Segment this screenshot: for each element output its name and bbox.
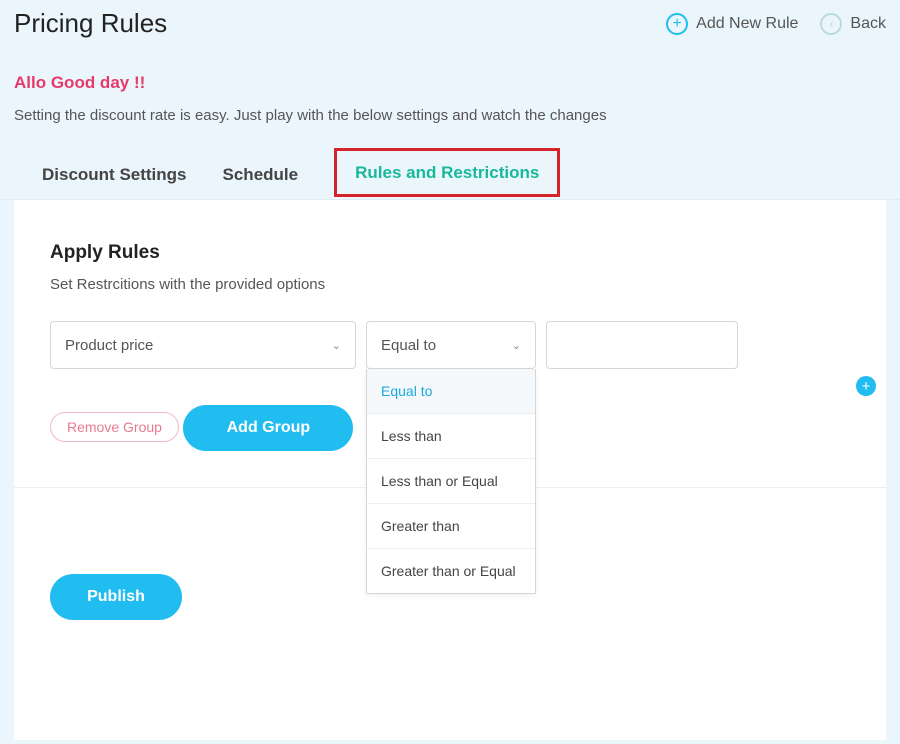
rule-operator-dropdown: Equal to Less than Less than or Equal Gr… [366, 369, 536, 594]
section-title: Apply Rules [50, 242, 850, 264]
dropdown-option-equal-to[interactable]: Equal to [367, 369, 535, 414]
rule-field-value: Product price [65, 337, 153, 354]
plus-icon: + [862, 379, 871, 394]
rules-panel: Apply Rules Set Restrcitions with the pr… [14, 200, 886, 740]
rule-operator-select[interactable]: Equal to ⌄ [366, 321, 536, 369]
rule-value-input[interactable] [546, 321, 738, 369]
dropdown-option-greater-than[interactable]: Greater than [367, 504, 535, 549]
page-header: Pricing Rules + Add New Rule ‹ Back [0, 0, 900, 45]
tab-schedule[interactable]: Schedule [223, 150, 299, 199]
rule-field-select[interactable]: Product price ⌄ [50, 321, 356, 369]
plus-circle-icon: + [666, 13, 688, 35]
remove-group-button[interactable]: Remove Group [50, 412, 179, 442]
section-subtitle: Set Restrcitions with the provided optio… [50, 276, 850, 293]
header-actions: + Add New Rule ‹ Back [666, 13, 886, 35]
page-title: Pricing Rules [14, 8, 167, 39]
back-label: Back [850, 15, 886, 33]
dropdown-option-less-than-or-equal[interactable]: Less than or Equal [367, 459, 535, 504]
rule-row: Product price ⌄ Equal to ⌄ Equal to Less… [50, 321, 850, 369]
add-rule-icon-button[interactable]: + [856, 376, 876, 396]
chevron-down-icon: ⌄ [332, 339, 341, 352]
tabs: Discount Settings Schedule Rules and Res… [0, 150, 900, 200]
tab-rules-and-restrictions[interactable]: Rules and Restrictions [334, 148, 560, 197]
chevron-down-icon: ⌄ [512, 339, 521, 352]
dropdown-option-greater-than-or-equal[interactable]: Greater than or Equal [367, 549, 535, 593]
add-new-rule-label: Add New Rule [696, 15, 798, 33]
back-button[interactable]: ‹ Back [820, 13, 886, 35]
add-new-rule-button[interactable]: + Add New Rule [666, 13, 798, 35]
dropdown-option-less-than[interactable]: Less than [367, 414, 535, 459]
rule-operator-value: Equal to [381, 337, 436, 354]
subtitle-text: Setting the discount rate is easy. Just … [0, 93, 900, 150]
chevron-left-icon: ‹ [820, 13, 842, 35]
publish-button[interactable]: Publish [50, 574, 182, 620]
add-group-button[interactable]: Add Group [183, 405, 353, 451]
greeting-text: Allo Good day !! [0, 45, 900, 93]
tab-discount-settings[interactable]: Discount Settings [42, 150, 187, 199]
rule-operator-wrap: Equal to ⌄ Equal to Less than Less than … [366, 321, 536, 369]
